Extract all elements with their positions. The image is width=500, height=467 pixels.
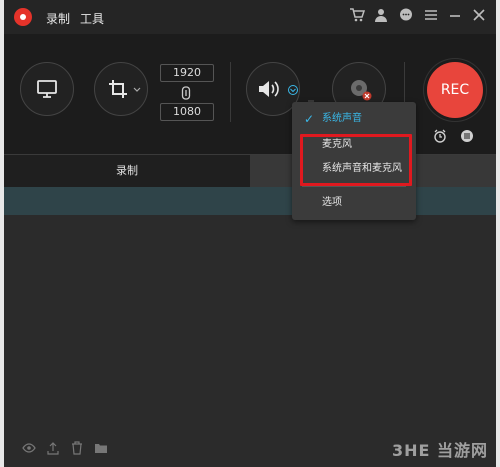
menu-item-system-sound[interactable]: ✓ 系统声音 (292, 108, 416, 130)
trash-icon[interactable] (70, 441, 84, 455)
check-icon: ✓ (304, 112, 315, 126)
minimize-icon[interactable] (446, 7, 464, 25)
toolbar-divider (230, 62, 231, 122)
app-logo-icon (14, 8, 32, 26)
watermark-logo: 3HE 当游网 (391, 441, 488, 460)
chat-icon[interactable] (397, 7, 415, 25)
title-bar: 录制 工具 (4, 0, 496, 34)
upload-icon[interactable] (46, 441, 60, 455)
monitor-icon (37, 80, 57, 98)
list-header (4, 187, 496, 215)
chevron-down-icon (133, 87, 141, 92)
menu-icon[interactable] (422, 7, 440, 25)
webcam-icon (351, 80, 372, 101)
right-border (496, 0, 500, 467)
cart-icon[interactable] (348, 7, 366, 25)
speaker-icon (259, 81, 279, 97)
recording-list (4, 215, 496, 435)
user-icon[interactable] (372, 7, 390, 25)
alarm-icon[interactable] (433, 128, 447, 143)
app-window: 录制 工具 1920 1080 REC 录制 ✓ 系统声音 麦克风 系统声音和麦… (4, 0, 496, 467)
close-icon[interactable] (470, 7, 488, 25)
annotation-highlight-box (300, 134, 412, 186)
folder-icon[interactable] (94, 441, 108, 455)
audio-dropdown-chevron-icon[interactable] (288, 85, 298, 95)
list-icon[interactable] (460, 128, 474, 142)
width-input[interactable]: 1920 (160, 64, 214, 82)
region-button[interactable] (94, 62, 148, 116)
fullscreen-button[interactable] (20, 62, 74, 116)
menu-tools[interactable]: 工具 (80, 10, 104, 27)
eye-icon[interactable] (22, 441, 36, 455)
menu-record[interactable]: 录制 (46, 10, 70, 27)
tab-record[interactable]: 录制 (4, 155, 250, 187)
toolbar: 1920 1080 REC (4, 34, 496, 154)
height-input[interactable]: 1080 (160, 103, 214, 121)
lock-icon[interactable] (181, 85, 191, 100)
menu-separator (302, 186, 406, 187)
tab-bar: 录制 (4, 154, 496, 187)
crop-icon (109, 80, 127, 98)
rec-button[interactable]: REC (427, 62, 483, 118)
menu-item-options[interactable]: 选项 (292, 192, 416, 214)
